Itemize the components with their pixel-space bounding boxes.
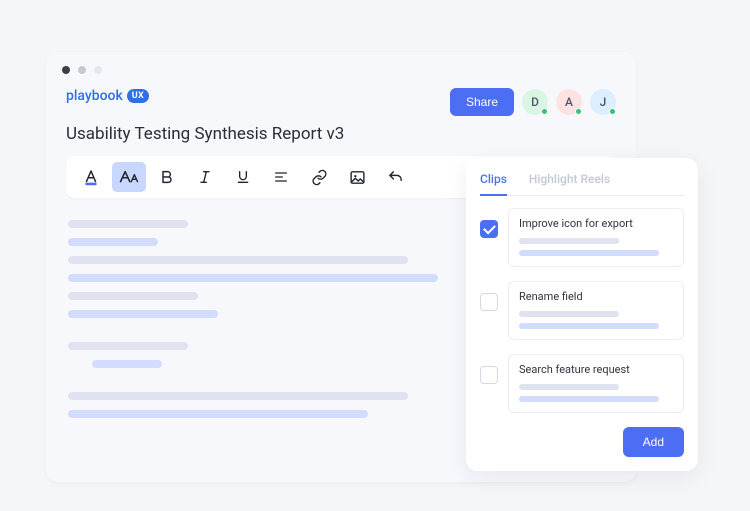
window-dot-close[interactable]	[62, 66, 70, 74]
clips-panel: Clips Highlight Reels Improve icon for e…	[466, 158, 698, 471]
avatar-initial: D	[531, 95, 539, 109]
placeholder-line	[519, 384, 619, 390]
document-title[interactable]: Usability Testing Synthesis Report v3	[46, 122, 636, 156]
placeholder-line	[92, 360, 162, 368]
image-button[interactable]	[340, 162, 374, 192]
placeholder-line	[68, 274, 438, 282]
clip-card[interactable]: Rename field	[508, 281, 684, 340]
placeholder-line	[519, 323, 659, 329]
clip-title: Improve icon for export	[519, 217, 673, 230]
placeholder-line	[68, 342, 188, 350]
window-dot-zoom[interactable]	[94, 66, 102, 74]
placeholder-line	[68, 238, 158, 246]
share-button[interactable]: Share	[450, 88, 514, 116]
window-dot-minimize[interactable]	[78, 66, 86, 74]
panel-tabs: Clips Highlight Reels	[480, 172, 684, 196]
brand-name: playbook	[66, 88, 123, 104]
window-traffic-lights	[46, 52, 636, 84]
avatar-a[interactable]: A	[556, 89, 582, 115]
placeholder-line	[519, 250, 659, 256]
clip-row: Rename field	[480, 281, 684, 340]
tab-clips[interactable]: Clips	[480, 172, 507, 196]
brand-badge: UX	[127, 89, 149, 103]
placeholder-line	[519, 311, 619, 317]
clip-checkbox[interactable]	[480, 293, 498, 311]
placeholder-line	[68, 220, 188, 228]
font-size-button[interactable]	[112, 162, 146, 192]
placeholder-line	[519, 238, 619, 244]
placeholder-line	[68, 292, 198, 300]
clip-checkbox[interactable]	[480, 366, 498, 384]
avatar-d[interactable]: D	[522, 89, 548, 115]
undo-button[interactable]	[378, 162, 412, 192]
underline-button[interactable]	[226, 162, 260, 192]
clip-card[interactable]: Improve icon for export	[508, 208, 684, 267]
brand-logo: playbook UX	[66, 88, 149, 104]
clip-row: Search feature request	[480, 354, 684, 413]
presence-dot-icon	[541, 108, 548, 115]
placeholder-line	[68, 256, 408, 264]
clip-checkbox[interactable]	[480, 220, 498, 238]
placeholder-line	[68, 310, 218, 318]
presence-dot-icon	[575, 108, 582, 115]
align-button[interactable]	[264, 162, 298, 192]
italic-button[interactable]	[188, 162, 222, 192]
text-color-button[interactable]	[74, 162, 108, 192]
tab-highlight-reels[interactable]: Highlight Reels	[529, 172, 610, 195]
clip-title: Rename field	[519, 290, 673, 303]
avatar-initial: J	[600, 95, 607, 109]
placeholder-line	[68, 392, 408, 400]
avatar-j[interactable]: J	[590, 89, 616, 115]
clip-title: Search feature request	[519, 363, 673, 376]
clip-row: Improve icon for export	[480, 208, 684, 267]
placeholder-line	[519, 396, 659, 402]
bold-button[interactable]	[150, 162, 184, 192]
avatar-initial: A	[565, 95, 573, 109]
presence-dot-icon	[609, 108, 616, 115]
add-button[interactable]: Add	[623, 427, 684, 457]
placeholder-line	[68, 410, 368, 418]
link-button[interactable]	[302, 162, 336, 192]
clip-card[interactable]: Search feature request	[508, 354, 684, 413]
